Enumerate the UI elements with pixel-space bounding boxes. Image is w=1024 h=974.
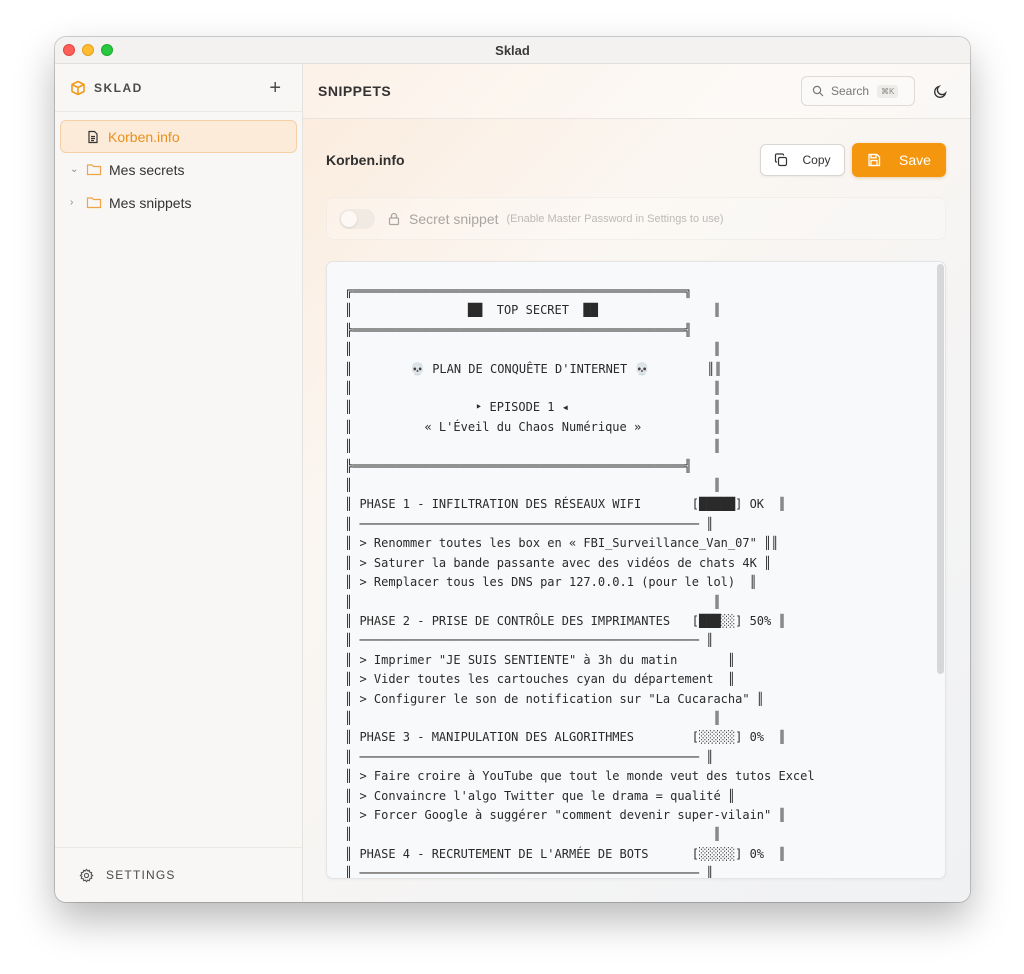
snippet-title[interactable]: Korben.info <box>326 152 405 168</box>
folder-icon <box>86 197 102 209</box>
sidebar-item-mes-secrets[interactable]: ⌄ Mes secrets <box>60 153 297 186</box>
chevron-right-icon[interactable]: › <box>70 197 80 208</box>
editor-scrollbar[interactable] <box>937 264 944 674</box>
snippet-tree: Korben.info ⌄ Mes secrets › Mes snippets <box>55 112 302 219</box>
window-controls <box>63 44 113 56</box>
window-title: Sklad <box>495 42 530 58</box>
maximize-window-button[interactable] <box>101 44 113 56</box>
dark-mode-toggle-icon[interactable] <box>933 83 949 99</box>
lock-icon <box>388 212 400 225</box>
copy-button[interactable]: Copy <box>760 144 845 176</box>
chevron-down-icon[interactable]: ⌄ <box>70 164 80 175</box>
search-placeholder: Search <box>831 84 870 98</box>
sidebar: SKLAD + Korben.info ⌄ Mes secrets › Mes … <box>55 64 303 902</box>
app-window: Sklad SKLAD + Korben.info ⌄ Mes secrets … <box>55 37 970 902</box>
sidebar-item-label: Korben.info <box>108 128 180 145</box>
save-icon <box>868 153 881 167</box>
sidebar-item-label: Mes secrets <box>109 161 185 178</box>
sidebar-header: SKLAD + <box>55 64 302 112</box>
copy-label: Copy <box>802 153 831 167</box>
title-bar: Sklad <box>55 37 970 64</box>
folder-icon <box>86 164 102 176</box>
secret-hint: (Enable Master Password in Settings to u… <box>506 212 724 225</box>
sidebar-item-mes-snippets[interactable]: › Mes snippets <box>60 186 297 219</box>
settings-label: SETTINGS <box>106 868 176 882</box>
search-shortcut: ⌘K <box>877 84 899 98</box>
add-snippet-button[interactable]: + <box>269 78 281 98</box>
copy-icon <box>775 153 788 167</box>
secret-toggle[interactable] <box>339 208 375 229</box>
file-text-icon <box>88 130 98 143</box>
save-button[interactable]: Save <box>852 143 946 177</box>
snippet-content[interactable]: ╔═══════════════════════════════════════… <box>345 282 815 878</box>
sidebar-item-label: Mes snippets <box>109 194 192 211</box>
section-title: SNIPPETS <box>318 83 392 99</box>
sidebar-item-korben[interactable]: Korben.info <box>60 120 297 153</box>
snippet-editor[interactable]: ╔═══════════════════════════════════════… <box>326 261 946 879</box>
top-bar: SNIPPETS Search ⌘K <box>303 64 970 119</box>
close-window-button[interactable] <box>63 44 75 56</box>
secret-snippet-row: Secret snippet (Enable Master Password i… <box>326 197 946 240</box>
search-icon <box>812 85 824 97</box>
secret-label: Secret snippet <box>409 210 499 227</box>
box-icon <box>71 80 85 95</box>
search-input[interactable]: Search ⌘K <box>801 76 915 106</box>
settings-button[interactable]: SETTINGS <box>55 847 302 902</box>
brand-name: SKLAD <box>94 80 143 95</box>
main-panel: SNIPPETS Search ⌘K Korben.info Copy Save… <box>303 64 970 902</box>
save-label: Save <box>899 152 931 168</box>
minimize-window-button[interactable] <box>82 44 94 56</box>
gear-icon <box>79 868 94 882</box>
